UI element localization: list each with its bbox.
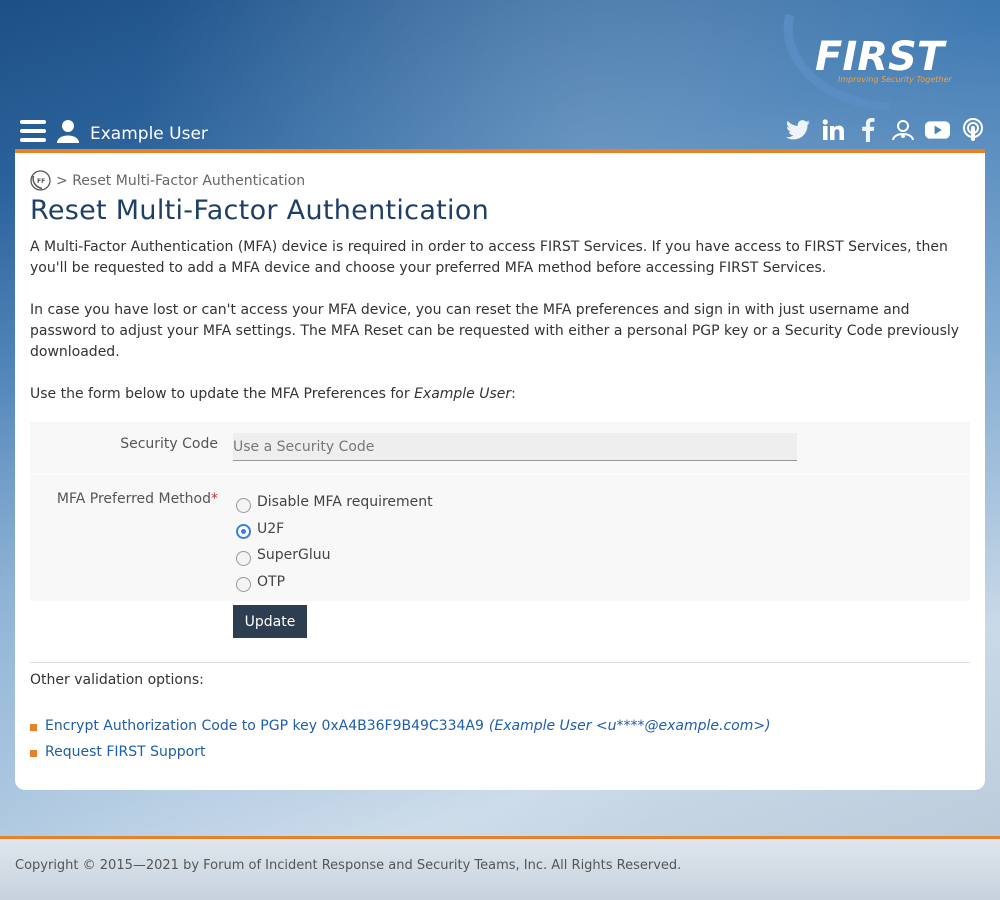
logo-text: FIRST xyxy=(815,34,947,80)
instructions-user: Example User xyxy=(414,386,512,402)
radio-button[interactable] xyxy=(236,550,251,566)
footer: Copyright © 2015—2021 by Forum of Incide… xyxy=(0,839,1000,900)
first-logo[interactable]: FIRST Improving Security Together xyxy=(780,10,955,113)
header-bar: Example User xyxy=(15,112,985,152)
divider xyxy=(30,662,970,663)
breadcrumb-current: Reset Multi-Factor Authentication xyxy=(72,172,306,189)
logo-tagline: Improving Security Together xyxy=(838,75,952,84)
podcast-icon[interactable] xyxy=(960,117,985,142)
list-item: Request FIRST Support xyxy=(30,739,771,765)
security-code-label: Security Code xyxy=(120,436,218,452)
page-title: Reset Multi-Factor Authentication xyxy=(30,195,490,226)
intro-paragraph: A Multi-Factor Authentication (MFA) devi… xyxy=(30,239,948,276)
list-item: Encrypt Authorization Code to PGP key 0x… xyxy=(30,713,771,739)
radio-label: U2F xyxy=(257,520,285,537)
mfa-method-options: Disable MFA requirement U2F SuperGluu OT… xyxy=(236,489,433,595)
twitter-icon[interactable] xyxy=(785,117,810,142)
radio-otp[interactable]: OTP xyxy=(236,569,433,596)
facebook-icon[interactable] xyxy=(855,117,880,142)
svg-text:FF: FF xyxy=(37,178,45,185)
radio-supergluu[interactable]: SuperGluu xyxy=(236,542,433,569)
radio-label: Disable MFA requirement xyxy=(257,494,433,511)
radio-button[interactable] xyxy=(236,497,251,513)
copyright-text: Copyright © 2015—2021 by Forum of Incide… xyxy=(15,858,682,873)
update-button[interactable]: Update xyxy=(233,605,307,638)
radio-button[interactable] xyxy=(236,577,251,593)
main-content: FF > Reset Multi-Factor Authentication R… xyxy=(15,153,985,790)
form-instructions: Use the form below to update the MFA Pre… xyxy=(30,386,516,402)
radio-button-selected[interactable] xyxy=(236,524,251,540)
user-icon[interactable] xyxy=(57,119,79,143)
radio-label: OTP xyxy=(257,573,286,590)
breadcrumb: FF > Reset Multi-Factor Authentication xyxy=(30,170,305,191)
user-name[interactable]: Example User xyxy=(90,124,208,144)
mfa-method-row: MFA Preferred Method* Disable MFA requir… xyxy=(30,475,970,601)
menu-icon[interactable] xyxy=(20,120,46,144)
pgp-key-owner: (Example User <u****@example.com>) xyxy=(488,718,771,734)
security-code-row: Security Code xyxy=(30,422,970,474)
pgp-encrypt-link[interactable]: Encrypt Authorization Code to PGP key 0x… xyxy=(45,718,484,734)
social-links xyxy=(785,117,985,142)
bullet-icon xyxy=(30,723,37,731)
breadcrumb-separator: > xyxy=(56,172,68,189)
bullet-icon xyxy=(30,749,37,757)
first-community-icon[interactable] xyxy=(890,117,915,142)
mfa-method-label: MFA Preferred Method* xyxy=(56,491,218,507)
validation-links: Encrypt Authorization Code to PGP key 0x… xyxy=(30,713,771,765)
radio-u2f[interactable]: U2F xyxy=(236,516,433,543)
youtube-icon[interactable] xyxy=(925,117,950,142)
required-mark: * xyxy=(211,491,218,507)
radio-label: SuperGluu xyxy=(257,547,331,564)
other-options-heading: Other validation options: xyxy=(30,672,204,688)
linkedin-icon[interactable] xyxy=(820,117,845,142)
request-support-link[interactable]: Request FIRST Support xyxy=(45,744,205,760)
home-icon[interactable]: FF xyxy=(30,170,51,191)
radio-disable-mfa[interactable]: Disable MFA requirement xyxy=(236,489,433,516)
reset-paragraph: In case you have lost or can't access yo… xyxy=(30,302,960,360)
security-code-input[interactable] xyxy=(233,433,797,461)
